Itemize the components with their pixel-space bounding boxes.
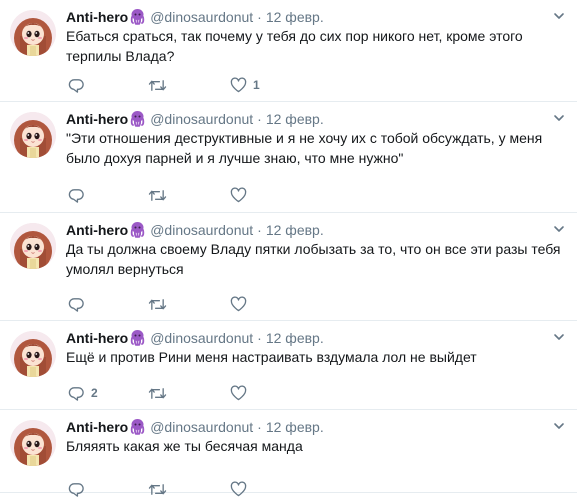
reply-button[interactable]	[68, 76, 91, 94]
more-options-button[interactable]	[551, 221, 567, 237]
author-name[interactable]: Anti-hero	[66, 419, 128, 435]
tweet[interactable]: Anti-hero @dinosaurdonut · 12 февр. Ебаться…	[0, 0, 577, 102]
tweet-text: "Эти отношения деструктивные и я не хочу…	[66, 130, 543, 166]
reply-button[interactable]	[68, 480, 91, 498]
chevron-down-icon	[554, 13, 564, 19]
reply-button[interactable]: 2	[68, 384, 98, 402]
avatar[interactable]	[10, 331, 56, 377]
author-name[interactable]: Anti-hero	[66, 111, 128, 127]
author-handle[interactable]: @dinosaurdonut	[150, 419, 253, 435]
more-options-button[interactable]	[551, 8, 567, 24]
author-handle[interactable]: @dinosaurdonut	[150, 330, 253, 346]
chevron-down-icon	[554, 423, 564, 429]
reply-icon	[68, 297, 84, 312]
reply-button[interactable]	[68, 186, 91, 204]
avatar[interactable]	[10, 223, 56, 269]
reply-icon	[68, 188, 84, 203]
like-count: 1	[253, 78, 260, 92]
author-handle[interactable]: @dinosaurdonut	[150, 222, 253, 238]
tweet[interactable]: Anti-hero @dinosaurdonut · 12 февр. Ещё и п…	[0, 321, 577, 410]
tweet-text: Да ты должна своему Владу пятки лобызать…	[66, 241, 561, 277]
separator-dot: ·	[257, 419, 262, 435]
avatar[interactable]	[10, 10, 56, 56]
author-name[interactable]: Anti-hero	[66, 222, 128, 238]
retweet-button[interactable]	[148, 384, 173, 402]
retweet-button[interactable]	[148, 76, 173, 94]
tweet-actions	[66, 295, 366, 313]
separator-dot: ·	[257, 222, 262, 238]
more-options-button[interactable]	[551, 418, 567, 434]
avatar[interactable]	[10, 420, 56, 466]
tweet-actions	[66, 186, 366, 204]
tweet-date[interactable]: 12 февр.	[266, 111, 324, 127]
author-name[interactable]: Anti-hero	[66, 9, 128, 25]
retweet-icon	[148, 298, 167, 310]
author-handle[interactable]: @dinosaurdonut	[150, 9, 253, 25]
separator-dot: ·	[257, 330, 262, 346]
tweet-date[interactable]: 12 февр.	[266, 222, 324, 238]
reply-icon	[68, 78, 84, 93]
author-handle[interactable]: @dinosaurdonut	[150, 111, 253, 127]
retweet-icon	[148, 483, 167, 495]
reply-count: 2	[91, 386, 98, 400]
like-icon	[230, 385, 247, 401]
tweet-date[interactable]: 12 февр.	[266, 9, 324, 25]
tweet-actions: 2	[66, 384, 366, 402]
like-icon	[230, 77, 247, 93]
chevron-down-icon	[554, 115, 564, 121]
retweet-button[interactable]	[148, 295, 173, 313]
more-options-button[interactable]	[551, 329, 567, 345]
tweet-text: Бляяять какая же ты бесячая манда	[66, 438, 303, 454]
tweet-text: Ещё и против Рини меня настраивать вздум…	[66, 349, 477, 365]
retweet-icon	[148, 79, 167, 91]
tweet[interactable]: Anti-hero @dinosaurdonut · 12 февр. Бляяять…	[0, 410, 577, 497]
reply-icon	[68, 386, 84, 401]
author-name[interactable]: Anti-hero	[66, 330, 128, 346]
tweet[interactable]: Anti-hero @dinosaurdonut · 12 февр. "Эти от…	[0, 102, 577, 213]
tweet-text: Ебаться сраться, так почему у тебя до си…	[66, 28, 523, 64]
retweet-icon	[148, 387, 167, 399]
avatar-image-icon	[10, 10, 56, 56]
avatar-image-icon	[10, 223, 56, 269]
separator-dot: ·	[257, 9, 262, 25]
avatar-image-icon	[10, 420, 56, 466]
retweet-button[interactable]	[148, 186, 173, 204]
retweet-icon	[148, 189, 167, 201]
like-button[interactable]	[230, 384, 253, 402]
tweet[interactable]: Anti-hero @dinosaurdonut · 12 февр. Да ты д…	[0, 213, 577, 321]
like-button[interactable]	[230, 186, 253, 204]
like-button[interactable]	[230, 480, 253, 498]
avatar[interactable]	[10, 112, 56, 158]
tweet-actions: 1	[66, 76, 366, 94]
tweet-actions	[66, 480, 366, 498]
avatar-image-icon	[10, 331, 56, 377]
avatar-image-icon	[10, 112, 56, 158]
chevron-down-icon	[554, 334, 564, 340]
reply-button[interactable]	[68, 295, 91, 313]
chevron-down-icon	[554, 226, 564, 232]
like-icon	[230, 481, 247, 497]
retweet-button[interactable]	[148, 480, 173, 498]
tweet-date[interactable]: 12 февр.	[266, 330, 324, 346]
like-button[interactable]	[230, 295, 253, 313]
separator-dot: ·	[257, 111, 262, 127]
like-icon	[230, 296, 247, 312]
reply-icon	[68, 482, 84, 497]
like-button[interactable]: 1	[230, 76, 260, 94]
like-icon	[230, 187, 247, 203]
tweet-date[interactable]: 12 февр.	[266, 419, 324, 435]
more-options-button[interactable]	[551, 110, 567, 126]
